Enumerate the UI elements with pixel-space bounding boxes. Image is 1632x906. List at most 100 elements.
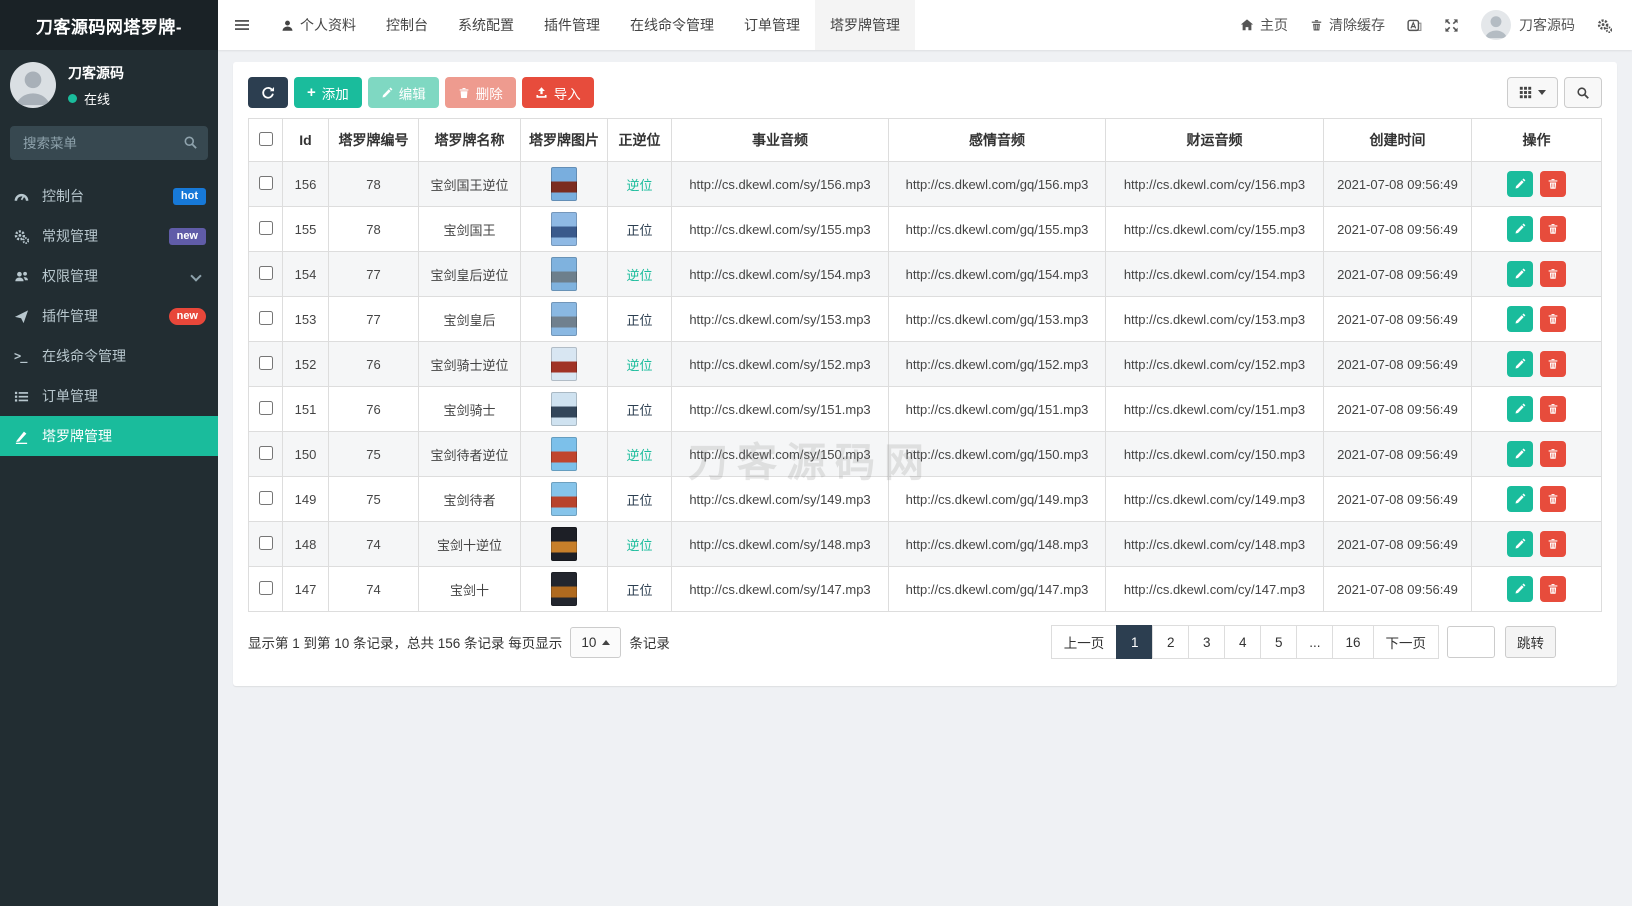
row-delete-button[interactable] [1540, 576, 1566, 602]
refresh-button[interactable] [248, 77, 288, 108]
tab-commands[interactable]: 在线命令管理 [615, 0, 729, 50]
delete-button[interactable]: 删除 [445, 77, 516, 108]
clear-cache-link[interactable]: 清除缓存 [1310, 15, 1385, 35]
add-label: 添加 [322, 83, 349, 103]
row-checkbox[interactable] [259, 491, 273, 505]
page-button[interactable]: 1 [1116, 625, 1153, 659]
row-delete-button[interactable] [1540, 441, 1566, 467]
cell-id: 156 [283, 162, 329, 207]
navbar-user-menu[interactable]: 刀客源码 [1481, 10, 1575, 40]
row-checkbox[interactable] [259, 401, 273, 415]
row-delete-button[interactable] [1540, 216, 1566, 242]
row-edit-button[interactable] [1507, 531, 1533, 557]
prev-page-button[interactable]: 上一页 [1051, 625, 1118, 659]
tarot-thumbnail[interactable] [551, 482, 577, 516]
cell-career-audio: http://cs.dkewl.com/sy/156.mp3 [672, 162, 889, 207]
row-checkbox[interactable] [259, 446, 273, 460]
tab-orders[interactable]: 订单管理 [729, 0, 815, 50]
row-delete-button[interactable] [1540, 531, 1566, 557]
tarot-thumbnail[interactable] [551, 212, 577, 246]
row-edit-button[interactable] [1507, 261, 1533, 287]
gears-icon[interactable] [1597, 18, 1612, 33]
tab-label: 插件管理 [544, 15, 600, 35]
cell-created-time: 2021-07-08 09:56:49 [1324, 522, 1472, 567]
cell-career-audio: http://cs.dkewl.com/sy/155.mp3 [672, 207, 889, 252]
row-delete-button[interactable] [1540, 486, 1566, 512]
import-button[interactable]: 导入 [522, 77, 594, 108]
tarot-thumbnail[interactable] [551, 347, 577, 381]
page-button[interactable]: 3 [1188, 625, 1225, 659]
sidebar-item-permissions[interactable]: 权限管理 [0, 256, 218, 296]
sidebar-item-plugins[interactable]: 插件管理 new [0, 296, 218, 336]
row-delete-button[interactable] [1540, 171, 1566, 197]
sidebar-item-dashboard[interactable]: 控制台 hot [0, 176, 218, 216]
table-search-button[interactable] [1564, 77, 1602, 108]
sidebar-toggle-icon[interactable] [218, 0, 266, 50]
page-button[interactable]: 4 [1224, 625, 1261, 659]
row-checkbox[interactable] [259, 221, 273, 235]
row-edit-button[interactable] [1507, 441, 1533, 467]
tarot-thumbnail[interactable] [551, 167, 577, 201]
row-edit-button[interactable] [1507, 396, 1533, 422]
row-edit-button[interactable] [1507, 486, 1533, 512]
cell-wealth-audio: http://cs.dkewl.com/cy/150.mp3 [1106, 432, 1324, 477]
table-row: 148 74 宝剑十逆位 逆位 http://cs.dkewl.com/sy/1… [249, 522, 1602, 567]
sidebar-item-orders[interactable]: 订单管理 [0, 376, 218, 416]
tab-profile[interactable]: 个人资料 [266, 0, 371, 50]
row-checkbox[interactable] [259, 356, 273, 370]
language-icon[interactable] [1407, 18, 1422, 33]
tarot-thumbnail[interactable] [551, 437, 577, 471]
table-row: 153 77 宝剑皇后 正位 http://cs.dkewl.com/sy/15… [249, 297, 1602, 342]
page-button[interactable]: 16 [1332, 625, 1373, 659]
fullscreen-icon[interactable] [1444, 18, 1459, 33]
columns-dropdown-button[interactable] [1507, 77, 1558, 108]
row-delete-button[interactable] [1540, 261, 1566, 287]
cell-wealth-audio: http://cs.dkewl.com/cy/156.mp3 [1106, 162, 1324, 207]
app-logo[interactable]: 刀客源码网塔罗牌- [0, 0, 218, 50]
table-row: 156 78 宝剑国王逆位 逆位 http://cs.dkewl.com/sy/… [249, 162, 1602, 207]
row-checkbox[interactable] [259, 311, 273, 325]
tarot-thumbnail[interactable] [551, 392, 577, 426]
row-delete-button[interactable] [1540, 306, 1566, 332]
header-love-audio: 感情音频 [889, 119, 1106, 162]
tarot-thumbnail[interactable] [551, 572, 577, 606]
page-size-dropdown[interactable]: 10 [570, 627, 621, 658]
menu-search-input[interactable] [10, 126, 208, 160]
tab-dashboard[interactable]: 控制台 [371, 0, 443, 50]
cell-id: 153 [283, 297, 329, 342]
sidebar-item-tarot[interactable]: 塔罗牌管理 [0, 416, 218, 456]
tarot-thumbnail[interactable] [551, 527, 577, 561]
row-checkbox[interactable] [259, 176, 273, 190]
row-edit-button[interactable] [1507, 351, 1533, 377]
jump-page-input[interactable] [1447, 626, 1495, 658]
tarot-thumbnail[interactable] [551, 302, 577, 336]
sidebar-item-label: 常规管理 [42, 226, 169, 246]
page-ellipsis[interactable]: ... [1296, 625, 1333, 659]
tab-plugins[interactable]: 插件管理 [529, 0, 615, 50]
next-page-button[interactable]: 下一页 [1373, 625, 1440, 659]
table-row: 154 77 宝剑皇后逆位 逆位 http://cs.dkewl.com/sy/… [249, 252, 1602, 297]
sidebar-item-general[interactable]: 常规管理 new [0, 216, 218, 256]
row-delete-button[interactable] [1540, 396, 1566, 422]
sidebar-item-commands[interactable]: >_ 在线命令管理 [0, 336, 218, 376]
row-edit-button[interactable] [1507, 216, 1533, 242]
row-checkbox[interactable] [259, 581, 273, 595]
edit-button[interactable]: 编辑 [368, 77, 439, 108]
tab-system-config[interactable]: 系统配置 [443, 0, 529, 50]
row-edit-button[interactable] [1507, 306, 1533, 332]
add-button[interactable]: + 添加 [294, 77, 362, 108]
row-delete-button[interactable] [1540, 351, 1566, 377]
row-checkbox[interactable] [259, 536, 273, 550]
caret-down-icon [1538, 90, 1546, 95]
search-icon[interactable] [183, 135, 198, 150]
select-all-checkbox[interactable] [259, 132, 273, 146]
row-edit-button[interactable] [1507, 171, 1533, 197]
row-checkbox[interactable] [259, 266, 273, 280]
page-button[interactable]: 5 [1260, 625, 1297, 659]
jump-button[interactable]: 跳转 [1505, 626, 1556, 658]
page-button[interactable]: 2 [1152, 625, 1189, 659]
row-edit-button[interactable] [1507, 576, 1533, 602]
home-link[interactable]: 主页 [1240, 15, 1288, 35]
tab-tarot[interactable]: 塔罗牌管理 [815, 0, 915, 50]
tarot-thumbnail[interactable] [551, 257, 577, 291]
